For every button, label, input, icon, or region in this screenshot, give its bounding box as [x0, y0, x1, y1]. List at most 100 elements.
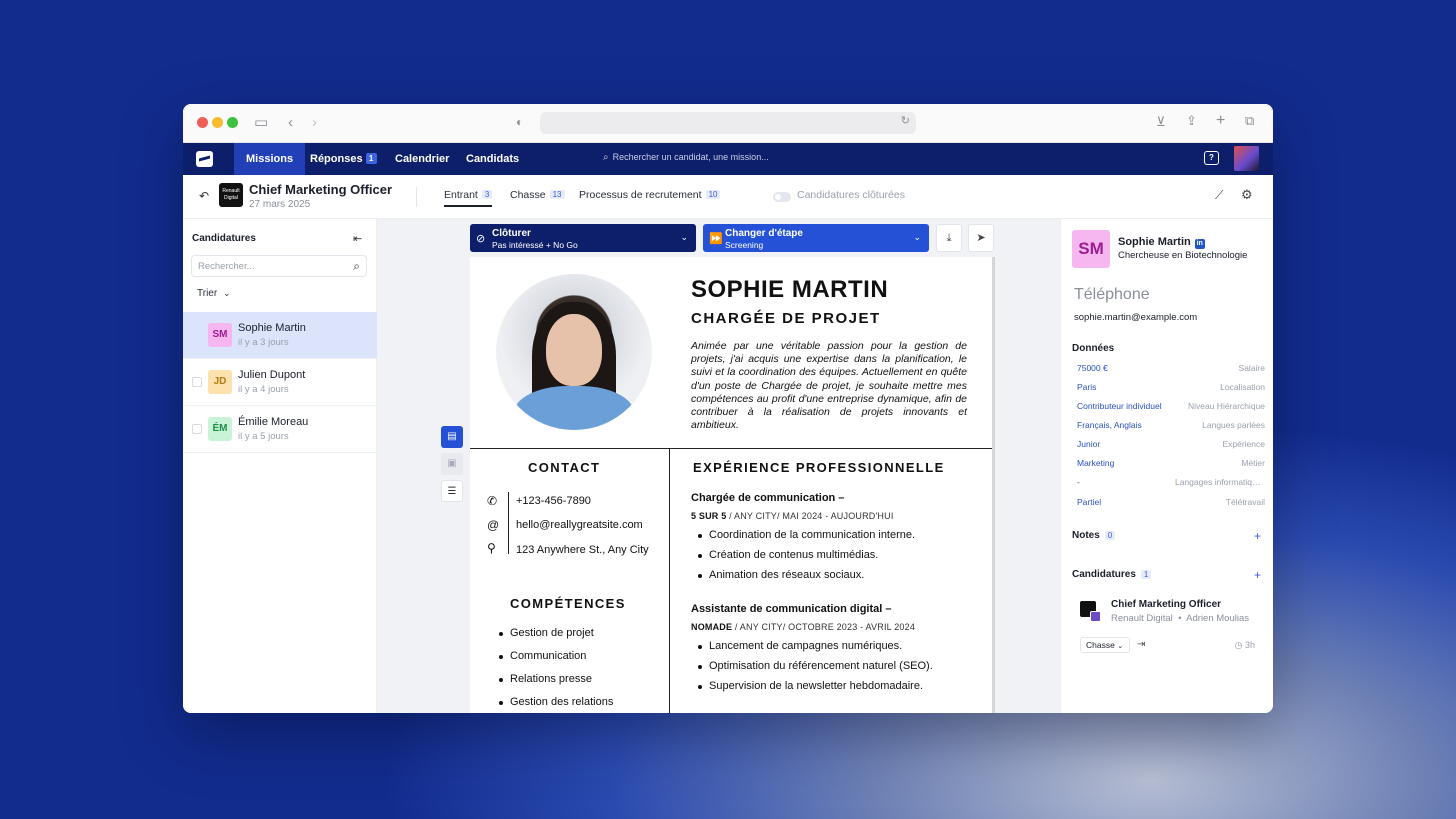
candidate-row[interactable]: JD Julien Dupont il y a 4 jours — [183, 359, 377, 406]
application-title[interactable]: Chief Marketing Officer — [1111, 599, 1221, 610]
help-icon[interactable]: ? — [1204, 151, 1219, 165]
reload-icon[interactable]: ↻ — [901, 116, 910, 127]
application-time: ◷ 3h — [1234, 640, 1255, 650]
job-task: Animation des réseaux sociaux. — [697, 569, 865, 581]
skill-item: Gestion de projet — [499, 627, 594, 639]
nav-candidates[interactable]: Candidats — [454, 143, 531, 175]
app-logo-icon[interactable] — [196, 151, 213, 167]
job-meta: NOMADE / ANY CITY/ OCTOBRE 2023 - AVRIL … — [691, 622, 916, 632]
checklist-view-button[interactable]: ☰ — [441, 480, 463, 502]
candidate-name: Julien Dupont — [238, 369, 306, 381]
candidate-name: Sophie Martin — [238, 322, 306, 334]
linkedin-icon[interactable]: in — [1194, 239, 1205, 249]
send-button[interactable]: ➤ — [968, 224, 994, 252]
shield-icon: ◐ — [516, 115, 524, 129]
tab-chasse[interactable]: Chasse 13 — [510, 189, 565, 201]
document-icon: ▣ — [447, 458, 457, 469]
data-value[interactable]: Français, Anglais — [1077, 420, 1142, 430]
avatar: JD — [208, 370, 232, 394]
forward-icon[interactable]: › — [312, 115, 317, 130]
tabs-overview-icon[interactable]: ⧉ — [1245, 114, 1254, 127]
document-view-button[interactable]: ▣ — [441, 453, 463, 475]
close-window-button[interactable] — [197, 117, 208, 128]
sidebar-title: Candidatures — [192, 233, 256, 244]
skills-heading: COMPÉTENCES — [510, 596, 626, 611]
gear-icon[interactable]: ⚙ — [1241, 187, 1253, 203]
chevron-down-icon: ⌄ — [913, 232, 921, 242]
back-arrow-icon[interactable]: ↶ — [199, 189, 209, 203]
user-avatar[interactable] — [1234, 146, 1259, 171]
phone-field[interactable]: Téléphone — [1074, 286, 1150, 304]
tab-recruitment-process[interactable]: Processus de recrutement 10 — [579, 189, 721, 201]
back-icon[interactable]: ‹ — [288, 115, 293, 130]
minimize-window-button[interactable] — [212, 117, 223, 128]
cv-bio: Animée par une véritable passion pour la… — [691, 340, 967, 432]
data-label: Télétravail — [1225, 497, 1265, 507]
data-label: Langues parlées — [1202, 420, 1265, 430]
exit-icon[interactable]: ⇥ — [1137, 639, 1145, 650]
download-cv-button[interactable]: ⤓ — [936, 224, 962, 252]
candidate-row[interactable]: ÉM Émilie Moreau il y a 5 jours — [183, 406, 377, 453]
cv-address: 123 Anywhere St., Any City — [516, 544, 649, 556]
application-stage-select[interactable]: Chasse ⌄ — [1080, 637, 1130, 653]
mission-date: 27 mars 2025 — [249, 199, 311, 210]
chevron-down-icon: ⌄ — [1117, 643, 1124, 650]
search-icon: ⌕ — [603, 152, 609, 163]
candidate-profile-panel: SM Sophie Martin in Chercheuse en Biotech… — [1060, 219, 1273, 713]
avatar: ÉM — [208, 417, 232, 441]
cv-role: CHARGÉE DE PROJET — [691, 310, 881, 327]
sidebar-search-input[interactable]: Rechercher... ⌕ — [191, 255, 367, 277]
job-task: Optimisation du référencement naturel (S… — [698, 660, 933, 672]
job-task: Lancement de campagnes numériques. — [697, 640, 903, 652]
data-value[interactable]: Paris — [1077, 382, 1096, 392]
data-value[interactable]: - — [1077, 477, 1080, 487]
candidate-time: il y a 5 jours — [238, 431, 289, 442]
add-note-button[interactable]: + — [1254, 529, 1261, 543]
nav-responses[interactable]: Réponses 1 — [298, 143, 389, 175]
change-stage-button[interactable]: ⏩ Changer d'étape Screening ⌄ — [703, 224, 929, 252]
address-bar[interactable]: ↻ — [540, 112, 916, 134]
skill-item: Communication — [498, 650, 587, 662]
chart-icon[interactable]: ⟋ — [1215, 188, 1223, 203]
download-icon: ⤓ — [946, 232, 952, 244]
applications-sidebar: Candidatures ⇤ Rechercher... ⌕ Trier ⌄ S… — [183, 219, 377, 713]
nav-missions[interactable]: Missions — [234, 143, 306, 175]
global-search[interactable]: ⌕ Rechercher un candidat, une mission... — [603, 152, 769, 163]
profile-email[interactable]: sophie.martin@example.com — [1074, 312, 1197, 323]
id-card-icon: ▤ — [447, 431, 457, 442]
candidate-checkbox[interactable] — [192, 377, 202, 387]
sort-button[interactable]: Trier ⌄ — [197, 288, 231, 299]
download-icon[interactable]: ⊻ — [1156, 115, 1166, 128]
new-tab-icon[interactable]: + — [1216, 113, 1225, 129]
phone-icon: ✆ — [487, 494, 498, 508]
data-value[interactable]: Marketing — [1077, 458, 1114, 468]
candidate-checkbox[interactable] — [192, 424, 202, 434]
close-application-button[interactable]: ⊘ Clôturer Pas intéressé + No Go ⌄ — [470, 224, 696, 252]
avatar: SM — [1072, 230, 1110, 268]
collapse-sidebar-icon[interactable]: ⇤ — [353, 232, 362, 245]
job-task: Coordination de la communication interne… — [697, 529, 916, 541]
data-value[interactable]: 75000 € — [1077, 363, 1108, 373]
cv-view-button[interactable]: ▤ — [441, 426, 463, 448]
candidate-row[interactable]: SM Sophie Martin il y a 3 jours — [183, 312, 377, 359]
data-value[interactable]: Contributeur individuel — [1077, 401, 1162, 411]
company-logo: Renault Digital — [219, 183, 243, 207]
data-heading: Données — [1072, 343, 1115, 354]
data-value[interactable]: Partiel — [1077, 497, 1101, 507]
maximize-window-button[interactable] — [227, 117, 238, 128]
nav-calendar[interactable]: Calendrier — [383, 143, 461, 175]
divider — [416, 187, 417, 207]
applications-heading: Candidatures 1 — [1072, 569, 1152, 580]
candidate-time: il y a 4 jours — [238, 384, 289, 395]
closed-applications-toggle[interactable] — [773, 192, 791, 202]
cv-email: hello@reallygreatsite.com — [516, 519, 643, 531]
send-icon: ➤ — [976, 232, 986, 244]
add-application-button[interactable]: + — [1254, 568, 1261, 582]
global-search-placeholder: Rechercher un candidat, une mission... — [612, 152, 769, 162]
sidebar-toggle-icon[interactable]: ▭ — [254, 115, 268, 130]
share-icon[interactable]: ⇪ — [1186, 114, 1197, 127]
tab-entrant[interactable]: Entrant 3 — [444, 189, 493, 207]
candidate-name: Émilie Moreau — [238, 416, 309, 428]
data-value[interactable]: Junior — [1077, 439, 1100, 449]
cv-document: SOPHIE MARTIN CHARGÉE DE PROJET Animée p… — [470, 257, 995, 713]
